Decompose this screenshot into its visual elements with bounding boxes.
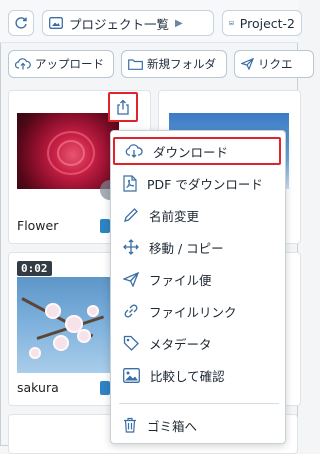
menu-divider bbox=[119, 403, 279, 404]
menu-item-move-copy[interactable]: 移動 / コピー bbox=[111, 233, 285, 261]
menu-item-label: ファイル便 bbox=[149, 272, 212, 288]
share-button[interactable] bbox=[108, 92, 138, 122]
tag-icon bbox=[123, 335, 139, 351]
toolbar: アップロード 新規フォルダ リクエ bbox=[0, 46, 314, 80]
breadcrumb-projects[interactable]: プロジェクト一覧 ▶ bbox=[42, 10, 214, 36]
file-type-badge bbox=[100, 381, 110, 395]
menu-item-trash[interactable]: ゴミ箱へ bbox=[111, 411, 285, 439]
menu-item-label: ファイルリンク bbox=[149, 304, 237, 320]
menu-item-rename[interactable]: 名前変更 bbox=[111, 201, 285, 229]
menu-item-download[interactable]: ダウンロード bbox=[113, 137, 281, 165]
video-duration-badge: 0:02 bbox=[17, 261, 52, 276]
cloud-download-icon bbox=[125, 144, 143, 158]
header-bar: プロジェクト一覧 ▶ Project-2 bbox=[0, 0, 302, 43]
share-icon bbox=[117, 99, 129, 115]
paper-plane-icon bbox=[241, 58, 254, 70]
file-name: Flower bbox=[17, 218, 59, 233]
menu-item-metadata[interactable]: メタデータ bbox=[111, 329, 285, 357]
folder-image-icon bbox=[49, 17, 63, 29]
paper-plane-icon bbox=[123, 271, 139, 287]
refresh-button[interactable] bbox=[8, 10, 34, 36]
thumbnail-rose bbox=[17, 113, 119, 189]
menu-item-label: PDF でダウンロード bbox=[147, 176, 263, 192]
trash-icon bbox=[124, 417, 136, 433]
new-folder-label: 新規フォルダ bbox=[147, 57, 216, 71]
cloud-upload-icon bbox=[15, 58, 31, 70]
request-button[interactable]: リクエ bbox=[234, 50, 314, 78]
menu-item-file-link[interactable]: ファイルリンク bbox=[111, 297, 285, 325]
menu-item-label: 移動 / コピー bbox=[149, 240, 224, 256]
menu-item-label: ゴミ箱へ bbox=[147, 418, 198, 434]
breadcrumb-separator-icon: ▶ bbox=[175, 17, 183, 29]
context-menu: ダウンロード PDF でダウンロード 名前変更 移動 / コピー ファイル便 フ… bbox=[110, 130, 286, 444]
folder-image-icon bbox=[229, 20, 234, 26]
pdf-icon bbox=[123, 174, 137, 192]
menu-item-label: ダウンロード bbox=[153, 144, 229, 160]
new-folder-button[interactable]: 新規フォルダ bbox=[121, 50, 227, 78]
breadcrumb-label: プロジェクト一覧 bbox=[69, 16, 170, 32]
link-icon bbox=[124, 304, 138, 318]
refresh-icon bbox=[15, 17, 27, 29]
breadcrumb-label: Project-2 bbox=[239, 15, 295, 31]
request-label: リクエ bbox=[258, 57, 293, 71]
menu-item-label: メタデータ bbox=[149, 336, 212, 352]
compare-image-icon bbox=[123, 367, 140, 383]
move-icon bbox=[123, 239, 139, 255]
breadcrumb-project-2[interactable]: Project-2 bbox=[222, 10, 302, 36]
file-name: sakura bbox=[17, 380, 59, 395]
folder-plus-icon bbox=[128, 59, 143, 70]
pencil-icon bbox=[124, 208, 138, 222]
thumbnail-sakura bbox=[17, 277, 119, 373]
menu-item-pdf-download[interactable]: PDF でダウンロード bbox=[111, 169, 285, 197]
upload-button[interactable]: アップロード bbox=[8, 50, 114, 78]
menu-item-file-delivery[interactable]: ファイル便 bbox=[111, 265, 285, 293]
upload-label: アップロード bbox=[35, 57, 104, 71]
menu-item-label: 名前変更 bbox=[149, 208, 200, 224]
menu-item-label: 比較して確認 bbox=[150, 368, 225, 384]
file-type-badge bbox=[100, 219, 110, 233]
menu-item-compare[interactable]: 比較して確認 bbox=[111, 361, 285, 389]
